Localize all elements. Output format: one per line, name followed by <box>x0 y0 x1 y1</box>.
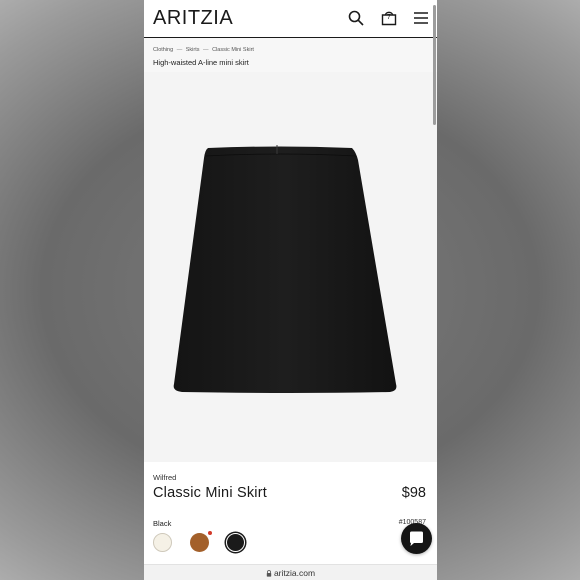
product-subtitle: High-waisted A-line mini skirt <box>153 58 249 67</box>
breadcrumb-item-clothing[interactable]: Clothing <box>153 47 173 53</box>
search-icon[interactable] <box>347 9 365 27</box>
bag-count-badge: 7 <box>387 14 391 21</box>
skirt-image <box>173 145 397 393</box>
color-swatch-cognac[interactable] <box>190 533 209 552</box>
menu-icon[interactable] <box>412 9 430 27</box>
new-color-dot <box>208 531 212 535</box>
breadcrumb: Clothing — Skirts — Classic Mini Skirt <box>153 47 254 53</box>
chat-button[interactable] <box>401 523 432 554</box>
brand-name[interactable]: Wilfred <box>153 473 176 482</box>
breadcrumb-item-current: Classic Mini Skirt <box>212 47 254 53</box>
url-display: aritzia.com <box>144 568 437 578</box>
color-swatch-black[interactable] <box>226 533 245 552</box>
chat-icon <box>410 531 423 546</box>
product-image[interactable] <box>144 72 437 462</box>
breadcrumb-separator: — <box>176 47 183 53</box>
selected-color-label: Black <box>153 519 172 528</box>
breadcrumb-item-skirts[interactable]: Skirts <box>186 47 200 53</box>
shopping-bag-icon[interactable]: 7 <box>380 9 398 27</box>
product-title: Classic Mini Skirt <box>153 485 267 501</box>
phone-screen: ARITZIA 7 Clothing — Skirts — Classic Mi… <box>144 0 437 580</box>
aritzia-logo[interactable]: ARITZIA <box>153 7 233 30</box>
top-nav: ARITZIA 7 <box>144 0 437 38</box>
url-text: aritzia.com <box>273 568 316 578</box>
lock-icon <box>266 570 272 577</box>
breadcrumb-separator: — <box>203 47 209 53</box>
breadcrumb-section: Clothing — Skirts — Classic Mini Skirt H… <box>144 38 437 72</box>
scrollbar[interactable] <box>433 5 436 125</box>
color-swatch-cream[interactable] <box>153 533 172 552</box>
product-price: $98 <box>401 485 426 501</box>
browser-url-bar[interactable]: aritzia.com <box>144 564 437 580</box>
